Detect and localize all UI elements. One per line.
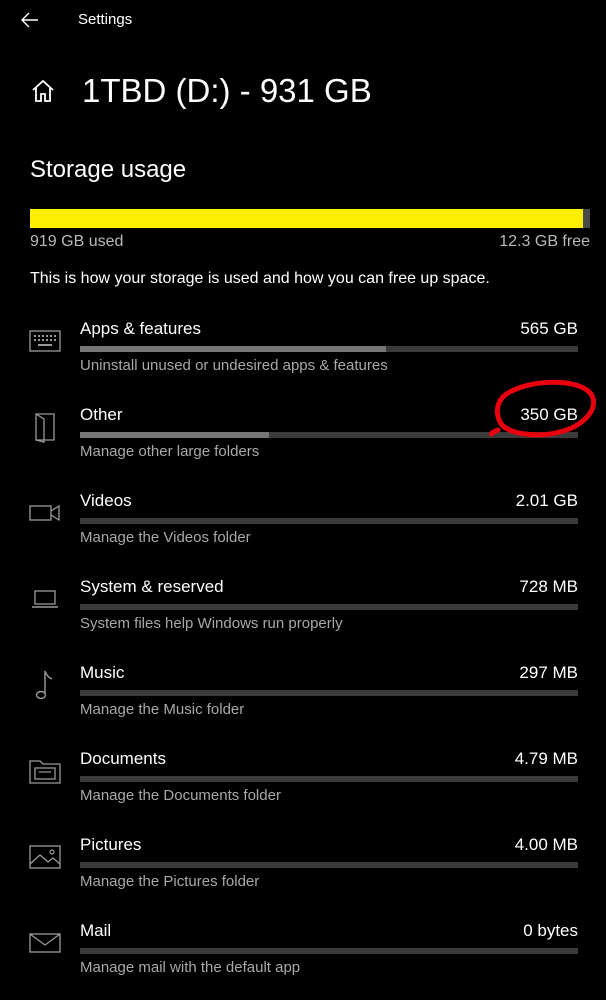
- category-usage-bar: [80, 432, 578, 438]
- laptop-icon: [28, 582, 62, 616]
- music-note-icon: [28, 668, 62, 702]
- category-other[interactable]: Other 350 GB Manage other large folders: [0, 404, 606, 484]
- category-name: Music: [80, 663, 125, 682]
- category-size: 0 bytes: [523, 921, 578, 940]
- documents-folder-icon: [28, 754, 62, 788]
- category-apps-features[interactable]: Apps & features 565 GB Uninstall unused …: [0, 318, 606, 398]
- category-size: 565 GB: [520, 319, 578, 338]
- page-title: 1TBD (D:) - 931 GB: [82, 72, 372, 109]
- category-usage-bar: [80, 862, 578, 868]
- category-size: 2.01 GB: [515, 491, 578, 510]
- category-size: 728 MB: [519, 577, 578, 596]
- category-usage-bar: [80, 948, 578, 954]
- storage-usage-fill: [30, 209, 583, 228]
- category-name: Videos: [80, 491, 132, 510]
- keyboard-icon: [28, 324, 62, 358]
- category-usage-bar: [80, 604, 578, 610]
- used-space-label: 919 GB used: [30, 233, 124, 250]
- storage-usage-bar: [30, 209, 590, 228]
- category-description: Manage other large folders: [80, 443, 260, 460]
- picture-icon: [28, 840, 62, 874]
- category-videos[interactable]: Videos 2.01 GB Manage the Videos folder: [0, 490, 606, 570]
- back-arrow-icon: [21, 12, 38, 28]
- category-description: Manage mail with the default app: [80, 959, 301, 976]
- category-name: Pictures: [80, 835, 142, 854]
- storage-description: This is how your storage is used and how…: [30, 270, 490, 287]
- video-camera-icon: [28, 496, 62, 530]
- category-usage-fill: [80, 432, 270, 438]
- category-size: 297 MB: [519, 663, 578, 682]
- category-description: Manage the Documents folder: [80, 787, 281, 804]
- category-size: 350 GB: [520, 405, 578, 424]
- page-header: 1TBD (D:) - 931 GB: [0, 66, 606, 116]
- other-folder-icon: [28, 410, 62, 444]
- category-music[interactable]: Music 297 MB Manage the Music folder: [0, 662, 606, 742]
- category-usage-fill: [80, 346, 387, 352]
- category-pictures[interactable]: Pictures 4.00 MB Manage the Pictures fol…: [0, 834, 606, 914]
- mail-icon: [28, 926, 62, 960]
- category-system-reserved[interactable]: System & reserved 728 MB System files he…: [0, 576, 606, 656]
- category-size: 4.79 MB: [514, 749, 578, 768]
- category-description: System files help Windows run properly: [80, 615, 343, 632]
- category-description: Uninstall unused or undesired apps & fea…: [80, 357, 388, 374]
- app-title: Settings: [78, 11, 133, 28]
- category-usage-bar: [80, 346, 578, 352]
- home-icon[interactable]: [30, 78, 56, 104]
- category-usage-bar: [80, 776, 578, 782]
- category-name: Other: [80, 405, 123, 424]
- title-bar: Settings: [0, 0, 606, 40]
- category-description: Manage the Pictures folder: [80, 873, 260, 890]
- category-name: System & reserved: [80, 577, 224, 596]
- category-name: Apps & features: [80, 319, 201, 338]
- category-mail[interactable]: Mail 0 bytes Manage mail with the defaul…: [0, 920, 606, 1000]
- category-description: Manage the Videos folder: [80, 529, 251, 546]
- section-title: Storage usage: [30, 156, 187, 183]
- free-space-label: 12.3 GB free: [499, 233, 590, 250]
- category-name: Mail: [80, 921, 112, 940]
- back-button[interactable]: [16, 6, 44, 34]
- category-usage-bar: [80, 690, 578, 696]
- category-documents[interactable]: Documents 4.79 MB Manage the Documents f…: [0, 748, 606, 828]
- category-size: 4.00 MB: [514, 835, 578, 854]
- category-usage-bar: [80, 518, 578, 524]
- category-description: Manage the Music folder: [80, 701, 245, 718]
- category-name: Documents: [80, 749, 166, 768]
